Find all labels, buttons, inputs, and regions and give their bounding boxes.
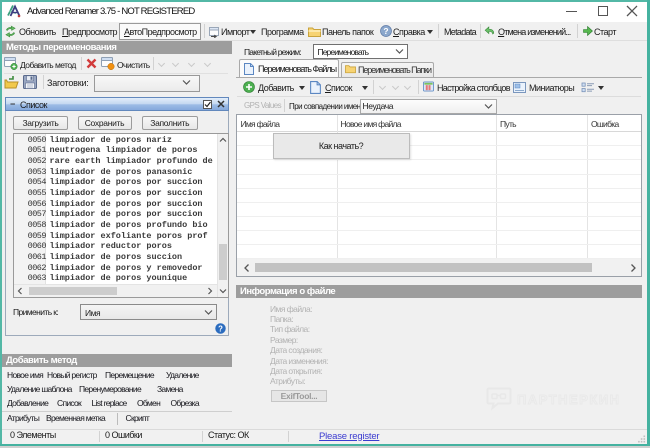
- svg-text:?: ?: [218, 324, 223, 333]
- svg-text:?: ?: [383, 26, 388, 36]
